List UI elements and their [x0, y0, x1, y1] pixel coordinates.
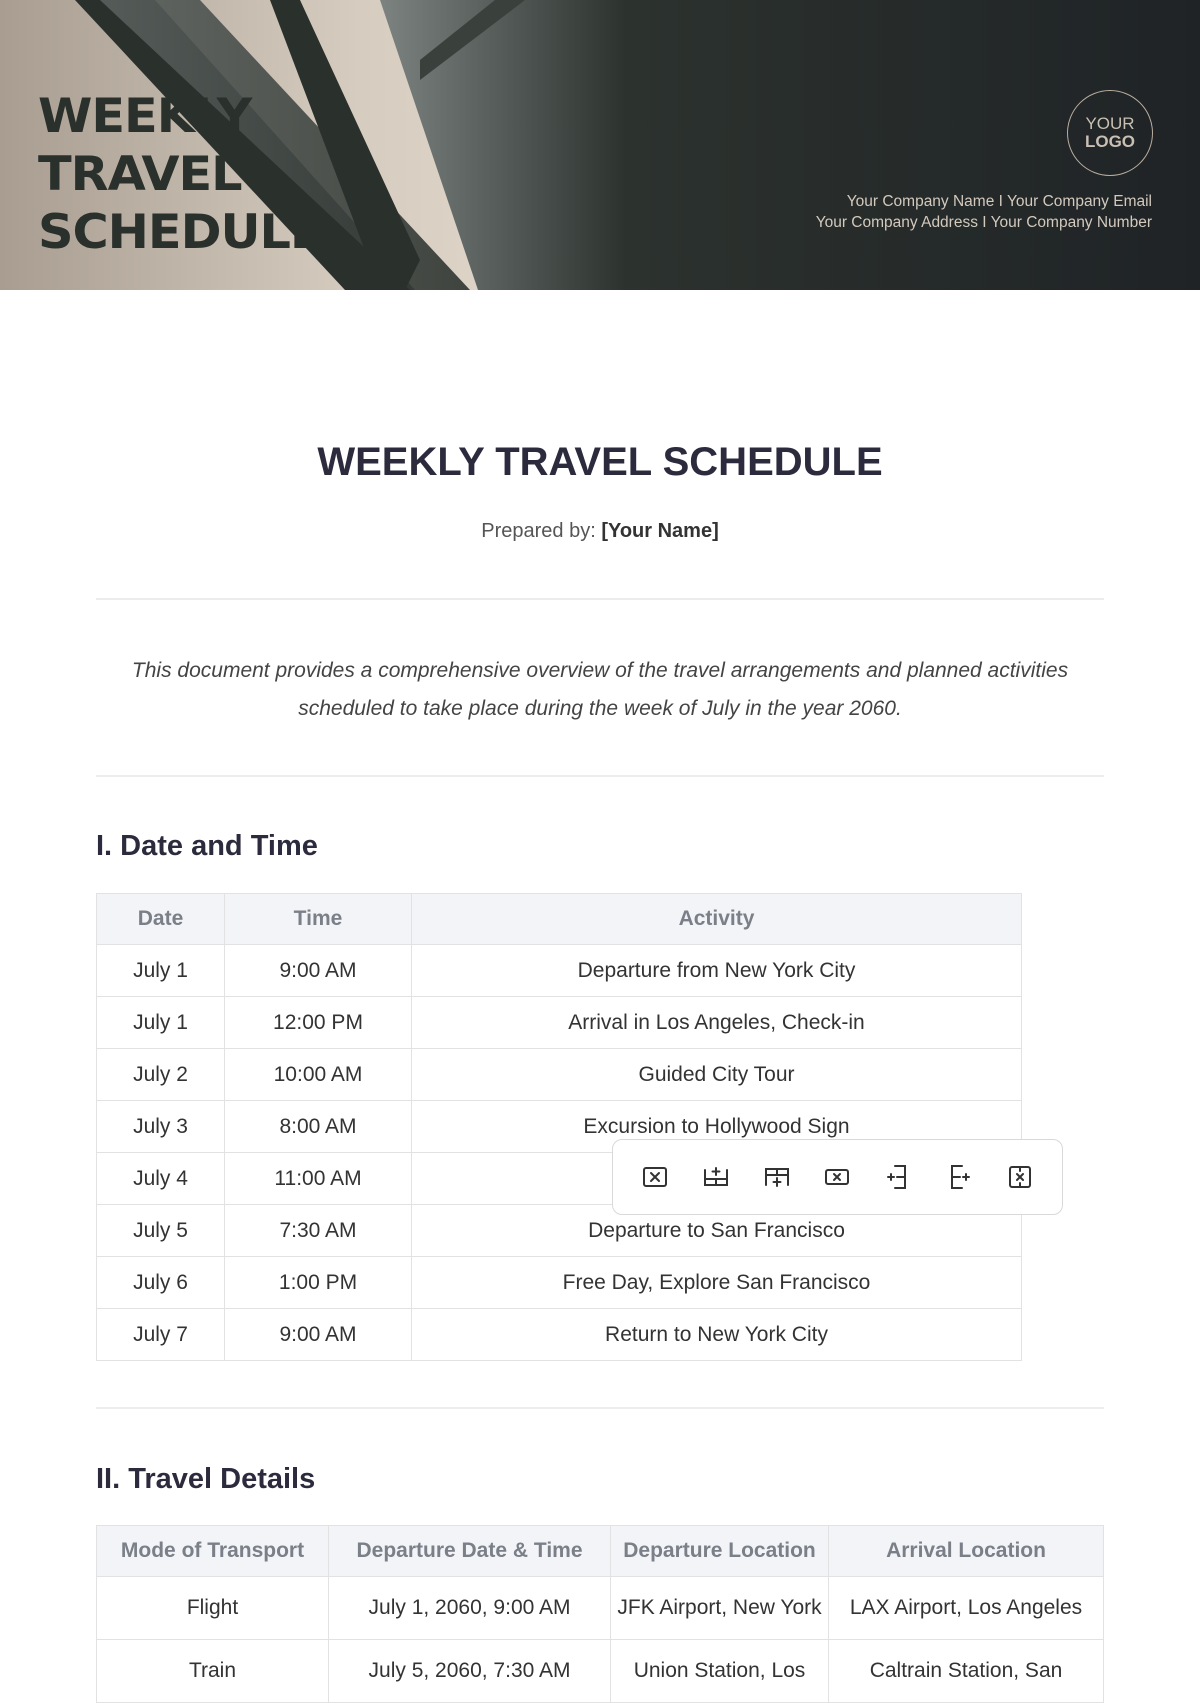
- divider: [96, 598, 1104, 600]
- prepared-label: Prepared by:: [481, 520, 596, 542]
- column-header: Time: [224, 893, 412, 945]
- insert-column-left-button[interactable]: [883, 1162, 913, 1192]
- table-row: July 7 9:00 AM Return to New York City: [96, 1308, 1022, 1361]
- banner-title-line: WEEKLY: [38, 89, 252, 144]
- delete-column-icon: [1008, 1166, 1031, 1188]
- insert-column-right-button[interactable]: [944, 1162, 974, 1192]
- banner-title-line: SCHEDULE: [38, 205, 324, 260]
- column-header: Departure Date & Time: [328, 1525, 611, 1577]
- table-cell[interactable]: 10:00 AM: [224, 1048, 412, 1101]
- table-row: July 2 10:00 AM Guided City Tour: [96, 1048, 1022, 1101]
- insert-row-below-icon: [764, 1168, 789, 1187]
- table-row: July 1 9:00 AM Departure from New York Cit…: [96, 944, 1022, 997]
- insert-row-above-button[interactable]: [701, 1162, 731, 1192]
- table-cell[interactable]: July 1: [96, 944, 225, 997]
- column-header: Arrival Location: [828, 1525, 1104, 1577]
- table-cell[interactable]: 7:30 AM: [224, 1204, 412, 1257]
- column-header: Mode of Transport: [96, 1525, 329, 1577]
- delete-row-button[interactable]: [822, 1162, 852, 1192]
- table-cell[interactable]: July 4: [96, 1152, 225, 1205]
- table-edit-toolbar: [612, 1139, 1063, 1215]
- insert-row-below-button[interactable]: [762, 1162, 792, 1192]
- intro-text: This document provides a comprehensive o…: [131, 659, 1069, 720]
- table-row: July 6 1:00 PM Free Day, Explore San Franc…: [96, 1256, 1022, 1309]
- column-header: Departure Location: [610, 1525, 829, 1577]
- delete-table-button[interactable]: [640, 1162, 670, 1192]
- logo-text: LOGO: [1084, 132, 1136, 151]
- travel-details-table: Mode of Transport Departure Date & Time De…: [96, 1525, 1104, 1703]
- company-line: Your Company Name I Your Company Email: [846, 193, 1152, 210]
- company-logo: YOUR LOGO: [1067, 90, 1153, 176]
- column-header: Date: [96, 893, 225, 945]
- banner-title: WEEKLY TRAVEL SCHEDULE: [38, 88, 324, 262]
- table-cell[interactable]: July 5, 2060, 7:30 AM: [328, 1639, 611, 1703]
- table-cell[interactable]: 1:00 PM: [224, 1256, 412, 1309]
- table-cell[interactable]: JFK Airport, New York: [610, 1576, 829, 1640]
- logo-text: YOUR: [1085, 114, 1135, 133]
- header-banner: WEEKLY TRAVEL SCHEDULE YOUR LOGO Your Co…: [0, 0, 1200, 290]
- insert-column-right-icon: [950, 1165, 970, 1189]
- banner-title-line: TRAVEL: [38, 147, 243, 202]
- divider: [96, 775, 1104, 777]
- table-cell[interactable]: July 5: [96, 1204, 225, 1257]
- table-cell[interactable]: 8:00 AM: [224, 1100, 412, 1153]
- table-cell[interactable]: Free Day, Explore San Francisco: [411, 1256, 1022, 1309]
- table-row: Flight July 1, 2060, 9:00 AM JFK Airport, …: [96, 1576, 1104, 1640]
- table-cell[interactable]: Caltrain Station, San: [828, 1639, 1104, 1703]
- table-cell[interactable]: July 6: [96, 1256, 225, 1309]
- delete-table-icon: [643, 1167, 668, 1187]
- table-row: July 1 12:00 PM Arrival in Los Angeles, Ch…: [96, 996, 1022, 1049]
- table-row: Train July 5, 2060, 7:30 AM Union Station,…: [96, 1639, 1104, 1703]
- table-cell[interactable]: LAX Airport, Los Angeles: [828, 1576, 1104, 1640]
- page-title: WEEKLY TRAVEL SCHEDULE: [317, 440, 883, 484]
- table-cell[interactable]: 9:00 AM: [224, 944, 412, 997]
- insert-row-above-icon: [704, 1167, 729, 1186]
- delete-row-icon: [825, 1169, 850, 1185]
- table-cell[interactable]: Guided City Tour: [411, 1048, 1022, 1101]
- table-cell[interactable]: 12:00 PM: [224, 996, 412, 1049]
- prepared-by: Prepared by: [Your Name]: [0, 520, 1200, 543]
- table-cell[interactable]: Union Station, Los: [610, 1639, 829, 1703]
- table-cell[interactable]: 9:00 AM: [224, 1308, 412, 1361]
- table-cell[interactable]: July 2: [96, 1048, 225, 1101]
- table-cell[interactable]: July 1: [96, 996, 225, 1049]
- company-info: Your Company Name I Your Company Email Y…: [816, 191, 1152, 233]
- prepared-value: [Your Name]: [601, 520, 719, 542]
- table-cell[interactable]: Train: [96, 1639, 329, 1703]
- date-time-table: Date Time Activity July 1 9:00 AM Departure f…: [96, 893, 1022, 1361]
- table-cell[interactable]: July 3: [96, 1100, 225, 1153]
- table-cell[interactable]: Arrival in Los Angeles, Check-in: [411, 996, 1022, 1049]
- table-cell[interactable]: 11:00 AM: [224, 1152, 412, 1205]
- column-header: Activity: [411, 893, 1022, 945]
- table-cell[interactable]: Departure from New York City: [411, 944, 1022, 997]
- table-cell[interactable]: July 7: [96, 1308, 225, 1361]
- table-cell[interactable]: July 1, 2060, 9:00 AM: [328, 1576, 611, 1640]
- insert-column-left-icon: [887, 1165, 907, 1189]
- delete-column-button[interactable]: [1005, 1162, 1035, 1192]
- divider: [96, 1407, 1104, 1409]
- company-line: Your Company Address I Your Company Numb…: [815, 214, 1152, 231]
- table-cell[interactable]: Return to New York City: [411, 1308, 1022, 1361]
- section-heading: I. Date and Time: [96, 830, 318, 862]
- section-heading: II. Travel Details: [96, 1463, 316, 1495]
- table-cell[interactable]: Flight: [96, 1576, 329, 1640]
